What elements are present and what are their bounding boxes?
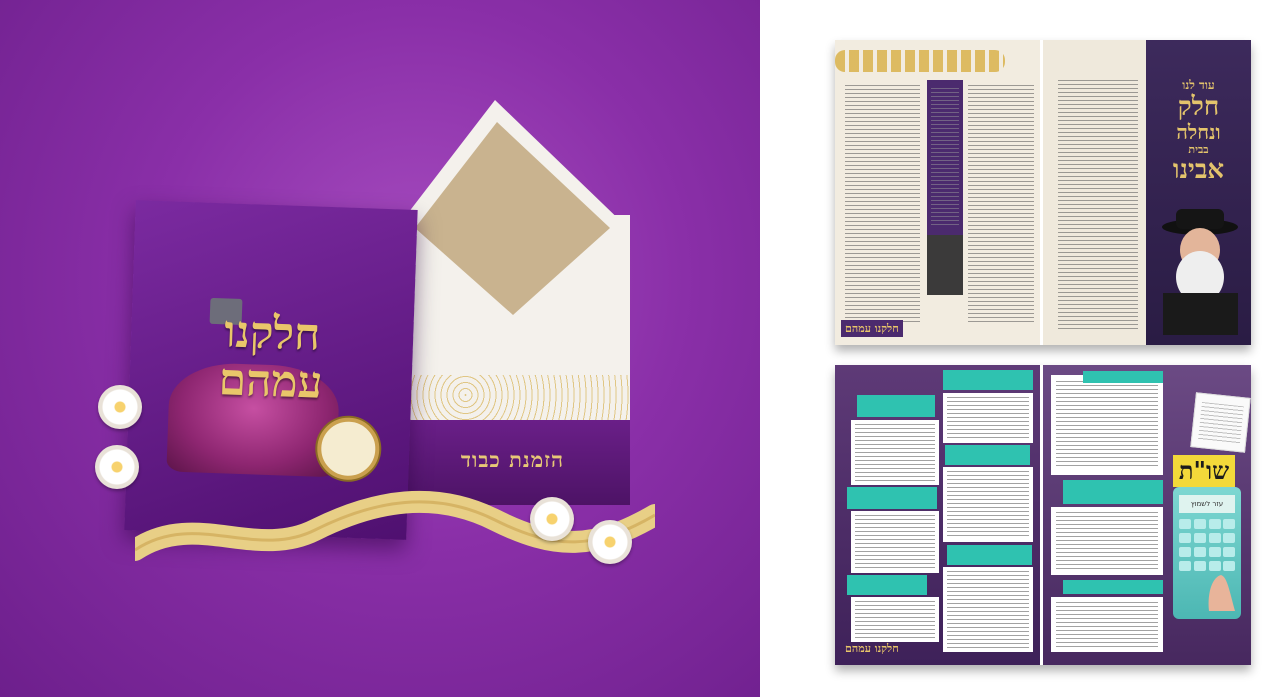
- title-banner: עוד לנו חלק ונחלה בבית אבינו: [1146, 40, 1251, 345]
- question-box: [1083, 371, 1163, 383]
- envelope: הזמנת כבוד: [395, 100, 630, 505]
- gold-chain-image: [835, 50, 1005, 72]
- article-title: עוד לנו חלק ונחלה בבית אבינו: [1146, 78, 1251, 184]
- text-box: [851, 597, 939, 642]
- title-line2: חלק: [1177, 92, 1220, 122]
- magazine-spread-1: חלקנו עמהם עוד לנו חלק ונחלה בבית אבינו: [835, 40, 1251, 345]
- pullquote-panel: [927, 80, 963, 235]
- card-title-line2: עמהם: [217, 354, 324, 409]
- question-box: [943, 370, 1033, 390]
- text-box: [943, 393, 1033, 443]
- gold-ribbon: [135, 490, 655, 561]
- envelope-flap: [395, 100, 630, 335]
- envelope-glitter: [395, 375, 630, 425]
- calculator-label: עזר לשמוץ: [1179, 495, 1235, 513]
- text-box: [943, 567, 1033, 652]
- lily-flower-icon: [530, 497, 574, 541]
- text-box: [851, 420, 939, 485]
- spread1-left-page: חלקנו עמהם: [835, 40, 1040, 345]
- lily-flower-icon: [95, 445, 139, 489]
- envelope-title: הזמנת כבוד: [460, 447, 565, 472]
- calculator-keys: [1179, 519, 1235, 611]
- invitation-promo-image: הזמנת כבוד חלקנו עמהם: [0, 0, 760, 697]
- calculator-image: עזר לשמוץ: [1173, 487, 1241, 619]
- title-line1: עוד לנו: [1182, 78, 1215, 92]
- card-title: חלקנו עמהם: [129, 305, 414, 411]
- text-column: [968, 85, 1034, 325]
- lily-flower-icon: [588, 520, 632, 564]
- question-box: [1063, 480, 1163, 504]
- title-line3: ונחלה: [1176, 120, 1221, 144]
- question-box: [847, 575, 927, 595]
- text-box: [851, 511, 939, 573]
- qa-badge: שו"ת: [1173, 455, 1235, 487]
- title-line5: אבינו: [1172, 155, 1225, 185]
- text-column: [845, 85, 920, 325]
- question-box: [1063, 580, 1163, 594]
- spread2-left-page: חלקנו עמהם: [835, 365, 1040, 665]
- question-box: [857, 395, 935, 417]
- spread1-right-page: עוד לנו חלק ונחלה בבית אבינו: [1043, 40, 1251, 345]
- spread2-right-page: שו"ת עזר לשמוץ: [1043, 365, 1251, 665]
- crowd-photo: [927, 235, 963, 295]
- handwritten-note: [1190, 392, 1251, 453]
- magazine-spread-2: חלקנו עמהם שו"ת עזר לשמוץ: [835, 365, 1251, 665]
- rabbi-portrait: [1162, 209, 1238, 335]
- text-box: [1051, 597, 1163, 652]
- magazine-logo: חלקנו עמהם: [841, 320, 903, 337]
- question-box: [945, 445, 1030, 465]
- magazine-logo: חלקנו עמהם: [845, 642, 899, 655]
- question-box: [947, 545, 1032, 565]
- lily-flower-icon: [98, 385, 142, 429]
- question-box: [847, 487, 937, 509]
- text-box: [1051, 507, 1163, 575]
- text-column: [1058, 80, 1138, 330]
- text-box: [943, 467, 1033, 542]
- text-box: [1051, 375, 1163, 475]
